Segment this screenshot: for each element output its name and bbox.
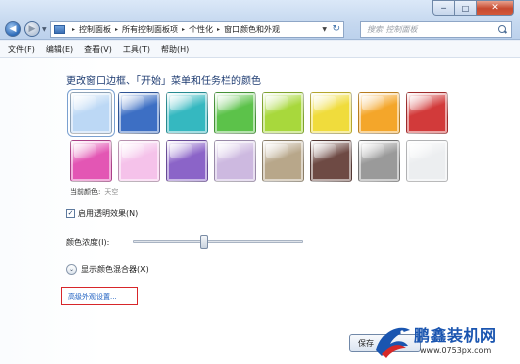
color-swatch-slate[interactable] <box>358 140 400 182</box>
forward-button[interactable]: ▶ <box>24 21 40 37</box>
current-color-row: 当前颜色: 天空 <box>70 187 118 197</box>
menu-item[interactable]: 帮助(H) <box>161 44 189 55</box>
breadcrumb: 控制面板 ▸ 所有控制面板项 ▸ 个性化 ▸ 窗口颜色和外观 <box>79 24 280 35</box>
close-button[interactable]: ✕ <box>476 0 514 16</box>
transparency-checkbox[interactable]: ✓ <box>66 209 75 218</box>
menu-item[interactable]: 工具(T) <box>123 44 150 55</box>
advanced-link-highlight: 高级外观设置... <box>61 287 138 305</box>
watermark-name: 鹏鑫装机网 <box>414 326 497 345</box>
page-title: 更改窗口边框、「开始」菜单和任务栏的颜色 <box>66 76 261 87</box>
color-swatch-twilight[interactable] <box>118 92 160 134</box>
color-intensity-slider[interactable] <box>133 240 303 243</box>
color-swatch-lavender[interactable] <box>214 140 256 182</box>
transparency-option[interactable]: ✓ 启用透明效果(N) <box>66 208 138 219</box>
transparency-label[interactable]: 启用透明效果(N) <box>78 208 138 219</box>
control-panel-icon <box>54 25 65 34</box>
back-arrow-icon: ◀ <box>9 24 17 34</box>
maximize-button[interactable]: □ <box>454 0 476 16</box>
window-controls: ─ □ ✕ <box>432 0 514 16</box>
watermark: 鹏鑫装机网 www.0753px.com <box>370 316 520 364</box>
color-mixer-toggle[interactable]: ⌄ 显示颜色混合器(X) <box>66 264 149 275</box>
color-swatch-lemon[interactable] <box>310 92 352 134</box>
breadcrumb-item[interactable]: 个性化 <box>189 24 213 35</box>
color-swatch-blush[interactable] <box>118 140 160 182</box>
address-bar[interactable]: ▸ 控制面板 ▸ 所有控制面板项 ▸ 个性化 ▸ 窗口颜色和外观 ▼ ↻ <box>50 21 344 38</box>
color-swatch-leaf[interactable] <box>214 92 256 134</box>
breadcrumb-item[interactable]: 所有控制面板项 <box>122 24 178 35</box>
breadcrumb-separator-icon[interactable]: ▸ <box>182 26 185 33</box>
menu-bar: 文件(F) 编辑(E) 查看(V) 工具(T) 帮助(H) <box>0 41 520 58</box>
color-swatch-ruby[interactable] <box>406 92 448 134</box>
menu-item[interactable]: 文件(F) <box>8 44 35 55</box>
chevron-down-icon[interactable]: ⌄ <box>66 264 77 275</box>
color-swatch-fuchsia[interactable] <box>70 140 112 182</box>
color-swatch-lime[interactable] <box>262 92 304 134</box>
search-input[interactable]: 搜索 控制面板 <box>367 24 418 35</box>
color-swatch-taupe[interactable] <box>262 140 304 182</box>
search-box[interactable]: 搜索 控制面板 <box>360 21 512 38</box>
search-icon[interactable] <box>498 25 507 34</box>
color-swatch-frost[interactable] <box>406 140 448 182</box>
dragon-logo-icon <box>376 327 410 358</box>
color-mixer-label[interactable]: 显示颜色混合器(X) <box>81 264 149 275</box>
breadcrumb-item[interactable]: 窗口颜色和外观 <box>224 24 280 35</box>
refresh-icon[interactable]: ↻ <box>332 24 340 34</box>
menu-item[interactable]: 编辑(E) <box>46 44 73 55</box>
back-button[interactable]: ◀ <box>5 21 21 37</box>
slider-thumb[interactable] <box>200 235 209 249</box>
breadcrumb-separator-icon[interactable]: ▸ <box>115 26 118 33</box>
recent-pages-dropdown-icon[interactable]: ▼ <box>42 26 47 33</box>
breadcrumb-item[interactable]: 控制面板 <box>79 24 111 35</box>
current-color-value: 天空 <box>104 188 119 196</box>
menu-item[interactable]: 查看(V) <box>84 44 112 55</box>
color-swatch-violet[interactable] <box>166 140 208 182</box>
current-color-label: 当前颜色: <box>70 188 101 196</box>
address-dropdown-icon[interactable]: ▼ <box>322 26 327 33</box>
minimize-button[interactable]: ─ <box>432 0 454 16</box>
color-swatch-chocolate[interactable] <box>310 140 352 182</box>
color-swatch-pumpkin[interactable] <box>358 92 400 134</box>
forward-arrow-icon: ▶ <box>28 24 36 34</box>
breadcrumb-separator-icon[interactable]: ▸ <box>72 26 75 33</box>
advanced-appearance-link[interactable]: 高级外观设置... <box>68 292 117 302</box>
title-bar: ─ □ ✕ ◀ ▶ ▼ ▸ 控制面板 ▸ 所有控制面板项 ▸ 个性化 ▸ 窗口颜色和外观 ▼… <box>0 0 520 40</box>
breadcrumb-separator-icon[interactable]: ▸ <box>217 26 220 33</box>
color-swatch-sky[interactable] <box>67 89 115 137</box>
watermark-url: www.0753px.com <box>420 346 492 355</box>
color-swatch-sea[interactable] <box>166 92 208 134</box>
color-intensity-label: 颜色浓度(I): <box>66 238 110 247</box>
